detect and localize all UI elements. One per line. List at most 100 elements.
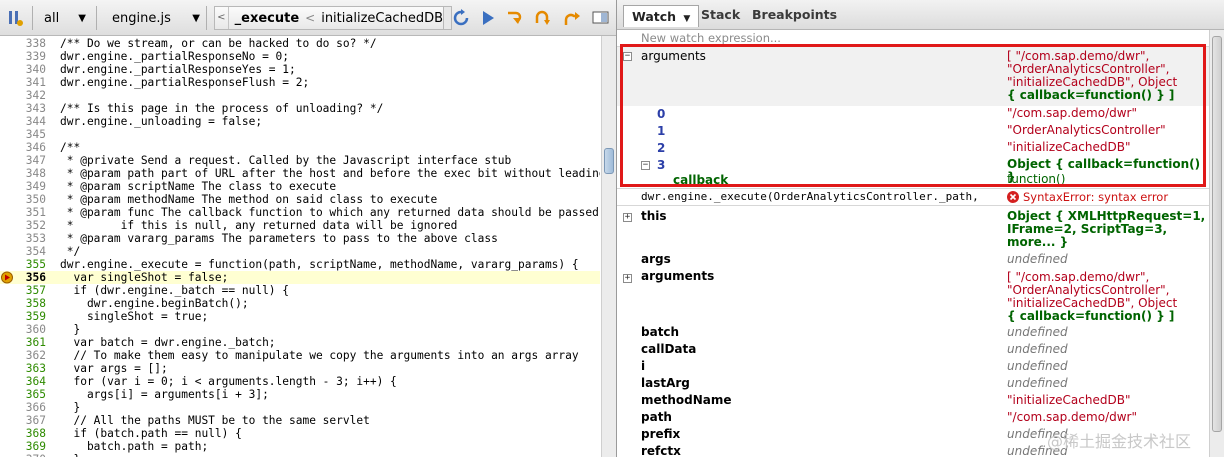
step-out-button[interactable] bbox=[562, 7, 582, 29]
code-line[interactable]: 354 */ bbox=[0, 245, 600, 258]
breakpoint-gutter[interactable] bbox=[0, 167, 18, 180]
code-line[interactable]: 345 bbox=[0, 128, 600, 141]
collapse-toggle-icon[interactable]: − bbox=[623, 52, 632, 61]
code-line[interactable]: 364 for (var i = 0; i < arguments.length… bbox=[0, 375, 600, 388]
continue-button[interactable] bbox=[480, 7, 496, 29]
watch-row-arg-3[interactable]: − 3 Object { callback=function() } bbox=[617, 157, 1209, 184]
watch-row-variable[interactable]: i undefined bbox=[617, 358, 1209, 375]
breakpoint-gutter[interactable] bbox=[0, 102, 18, 115]
watch-row-expression[interactable]: dwr.engine._execute(OrderAnalyticsContro… bbox=[617, 188, 1209, 206]
watch-row-variable[interactable]: callData undefined bbox=[617, 341, 1209, 358]
code-line[interactable]: 365 args[i] = arguments[i + 3]; bbox=[0, 388, 600, 401]
watch-row-variable[interactable]: lastArg undefined bbox=[617, 375, 1209, 392]
breakpoint-gutter[interactable] bbox=[0, 349, 18, 362]
breadcrumb-scroll-left-button[interactable]: < bbox=[215, 7, 229, 29]
breakpoint-gutter[interactable] bbox=[0, 128, 18, 141]
code-line[interactable]: 356 var singleShot = false; bbox=[0, 271, 600, 284]
step-into-button[interactable] bbox=[505, 7, 525, 29]
breakpoint-gutter[interactable] bbox=[0, 63, 18, 76]
breadcrumb-frame-initialize[interactable]: initializeCachedDB bbox=[321, 11, 443, 26]
code-line[interactable]: 362 // To make them easy to manipulate w… bbox=[0, 349, 600, 362]
breakpoint-gutter[interactable] bbox=[0, 427, 18, 440]
code-line[interactable]: 360 } bbox=[0, 323, 600, 336]
code-line[interactable]: 370 } bbox=[0, 453, 600, 457]
watch-row-arg-1[interactable]: 1 "OrderAnalyticsController" bbox=[617, 123, 1209, 140]
code-line[interactable]: 348 * @param path part of URL after the … bbox=[0, 167, 600, 180]
breakpoint-gutter[interactable] bbox=[0, 141, 18, 154]
code-line[interactable]: 359 singleShot = true; bbox=[0, 310, 600, 323]
watch-scrollbar[interactable] bbox=[1209, 30, 1224, 457]
watch-row-variable[interactable]: methodName "initializeCachedDB" bbox=[617, 392, 1209, 409]
tab-stack[interactable]: Stack bbox=[701, 7, 740, 22]
breakpoint-gutter[interactable] bbox=[0, 362, 18, 375]
source-code-view[interactable]: 338 /** Do we stream, or can be hacked to… bbox=[0, 36, 600, 457]
breakpoint-gutter[interactable] bbox=[0, 180, 18, 193]
code-line[interactable]: 344 dwr.engine._unloading = false; bbox=[0, 115, 600, 128]
breakpoint-gutter[interactable] bbox=[0, 258, 18, 271]
breakpoint-gutter[interactable] bbox=[0, 245, 18, 258]
code-line[interactable]: 339 dwr.engine._partialResponseNo = 0; bbox=[0, 50, 600, 63]
code-line[interactable]: 361 var batch = dwr.engine._batch; bbox=[0, 336, 600, 349]
source-scrollbar-thumb[interactable] bbox=[604, 148, 614, 174]
breakpoint-gutter[interactable] bbox=[0, 284, 18, 297]
breakpoint-gutter[interactable] bbox=[0, 89, 18, 102]
breakpoint-gutter[interactable] bbox=[0, 388, 18, 401]
breadcrumb-scroll-right-button[interactable] bbox=[444, 6, 452, 30]
watch-row-arguments-expanded[interactable]: − arguments [ "/com.sap.demo/dwr", "Orde… bbox=[617, 46, 1209, 106]
breakpoint-gutter[interactable] bbox=[0, 336, 18, 349]
breakpoint-gutter[interactable] bbox=[0, 206, 18, 219]
script-filter-dropdown[interactable]: all ▼ bbox=[44, 7, 86, 29]
code-line[interactable]: 352 * if this is null, any returned data… bbox=[0, 219, 600, 232]
breakpoint-gutter[interactable] bbox=[0, 440, 18, 453]
breakpoint-gutter[interactable] bbox=[0, 193, 18, 206]
code-line[interactable]: 355 dwr.engine._execute = function(path, … bbox=[0, 258, 600, 271]
code-line[interactable]: 347 * @private Send a request. Called by… bbox=[0, 154, 600, 167]
code-line[interactable]: 340 dwr.engine._partialResponseYes = 1; bbox=[0, 63, 600, 76]
code-line[interactable]: 367 // All the paths MUST be to the same… bbox=[0, 414, 600, 427]
breakpoint-gutter[interactable] bbox=[0, 401, 18, 414]
code-line[interactable]: 351 * @param func The callback function … bbox=[0, 206, 600, 219]
code-line[interactable]: 346 /** bbox=[0, 141, 600, 154]
file-selector-dropdown[interactable]: engine.js ▼ bbox=[104, 7, 200, 29]
breakpoint-gutter[interactable] bbox=[0, 453, 18, 457]
breakpoint-gutter[interactable] bbox=[0, 37, 18, 50]
code-line[interactable]: 343 /** Is this page in the process of un… bbox=[0, 102, 600, 115]
code-line[interactable]: 338 /** Do we stream, or can be hacked to… bbox=[0, 37, 600, 50]
watch-row-arguments[interactable]: + arguments [ "/com.sap.demo/dwr", "Orde… bbox=[617, 268, 1209, 324]
breakpoint-gutter[interactable] bbox=[0, 115, 18, 128]
breakpoint-gutter[interactable] bbox=[0, 232, 18, 245]
rerun-button[interactable] bbox=[452, 7, 470, 29]
code-line[interactable]: 350 * @param methodName The method on sa… bbox=[0, 193, 600, 206]
expand-toggle-icon[interactable]: + bbox=[623, 274, 632, 283]
breakpoint-gutter[interactable] bbox=[0, 271, 18, 284]
watch-scrollbar-thumb[interactable] bbox=[1212, 36, 1222, 432]
tab-watch[interactable]: Watch ▼ bbox=[623, 5, 700, 27]
expand-toggle-icon[interactable]: + bbox=[623, 213, 632, 222]
code-line[interactable]: 342 bbox=[0, 89, 600, 102]
breadcrumb-frame-execute[interactable]: _execute bbox=[229, 11, 306, 26]
watch-row-args[interactable]: args undefined bbox=[617, 251, 1209, 268]
watch-row-variable[interactable]: batch undefined bbox=[617, 324, 1209, 341]
step-over-button[interactable] bbox=[533, 7, 553, 29]
breakpoint-gutter[interactable] bbox=[0, 154, 18, 167]
watch-row-variable[interactable]: path "/com.sap.demo/dwr" bbox=[617, 409, 1209, 426]
break-on-next-button[interactable] bbox=[6, 7, 24, 29]
code-line[interactable]: 363 var args = []; bbox=[0, 362, 600, 375]
watch-row-arg-0[interactable]: 0 "/com.sap.demo/dwr" bbox=[617, 106, 1209, 123]
breakpoint-gutter[interactable] bbox=[0, 219, 18, 232]
breakpoint-gutter[interactable] bbox=[0, 414, 18, 427]
breakpoint-gutter[interactable] bbox=[0, 297, 18, 310]
breakpoint-gutter[interactable] bbox=[0, 76, 18, 89]
code-line[interactable]: 366 } bbox=[0, 401, 600, 414]
source-scrollbar[interactable] bbox=[601, 36, 616, 457]
breakpoint-gutter[interactable] bbox=[0, 375, 18, 388]
code-line[interactable]: 353 * @param vararg_params The parameter… bbox=[0, 232, 600, 245]
breakpoint-gutter[interactable] bbox=[0, 310, 18, 323]
code-line[interactable]: 358 dwr.engine.beginBatch(); bbox=[0, 297, 600, 310]
breakpoint-gutter[interactable] bbox=[0, 50, 18, 63]
code-line[interactable]: 369 batch.path = path; bbox=[0, 440, 600, 453]
breakpoint-gutter[interactable] bbox=[0, 323, 18, 336]
code-line[interactable]: 341 dwr.engine._partialResponseFlush = 2; bbox=[0, 76, 600, 89]
new-watch-expression-row[interactable]: New watch expression... bbox=[617, 30, 1209, 46]
tab-breakpoints[interactable]: Breakpoints bbox=[752, 7, 837, 22]
